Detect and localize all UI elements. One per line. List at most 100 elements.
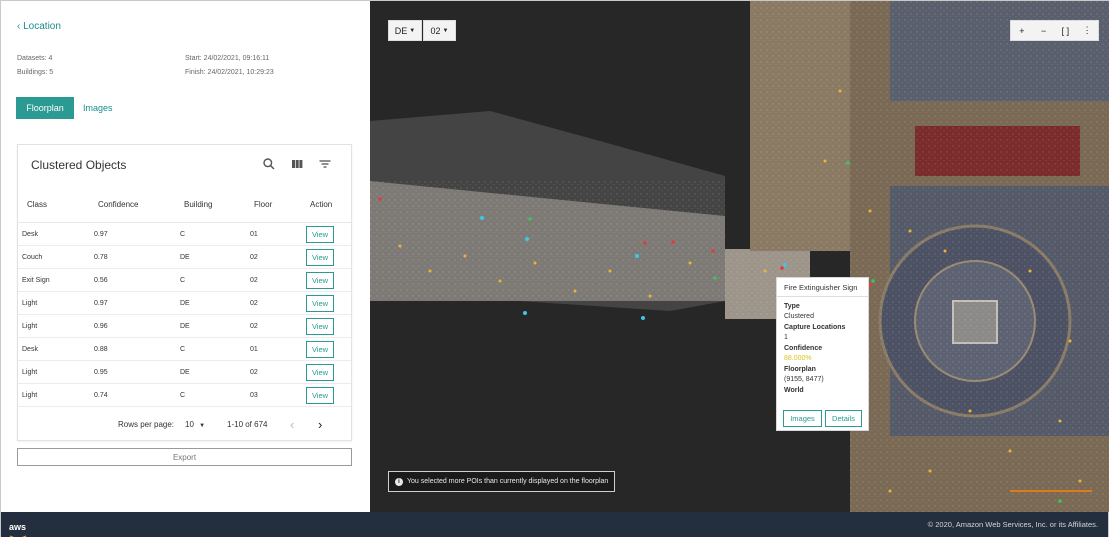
cell-class: Desk — [22, 231, 38, 238]
column-header-action: Action — [310, 200, 333, 209]
cell-floor: 01 — [250, 346, 258, 353]
table-row[interactable]: Desk 0.97 C 01 View — [18, 223, 351, 246]
cell-confidence: 0.97 — [94, 231, 108, 238]
tab-floorplan[interactable]: Floorplan — [16, 97, 74, 119]
popup-images-button[interactable]: Images — [783, 410, 822, 427]
view-button[interactable]: View — [306, 387, 334, 404]
floor-select[interactable]: 02 ▼ — [423, 20, 456, 41]
popup-capture-label: Capture Locations — [784, 324, 846, 331]
popup-confidence-label: Confidence — [784, 345, 823, 352]
cell-class: Light — [22, 369, 38, 376]
back-to-location-link[interactable]: ‹ Location — [17, 21, 61, 32]
rows-per-page-label: Rows per page: — [118, 420, 175, 429]
popup-world-label: World — [784, 387, 804, 394]
cell-building: DE — [180, 369, 190, 376]
view-button[interactable]: View — [306, 364, 334, 381]
cell-class: Light — [22, 323, 38, 330]
column-header-building[interactable]: Building — [184, 200, 212, 209]
cell-class: Light — [22, 392, 38, 399]
page-range: 1-10 of 674 — [227, 420, 268, 429]
prev-page-button[interactable]: ‹ — [290, 417, 294, 432]
table-row[interactable]: Light 0.96 DE 02 View — [18, 315, 351, 338]
poi-limit-notice: i You selected more POIs than currently … — [388, 471, 615, 492]
cell-confidence: 0.56 — [94, 277, 108, 284]
left-panel: ‹ Location Datasets: 4 Buildings: 5 Star… — [1, 1, 370, 512]
popup-capture-value: 1 — [784, 334, 788, 341]
popup-floorplan-label: Floorplan — [784, 366, 816, 373]
cell-floor: 02 — [250, 300, 258, 307]
table-row[interactable]: Light 0.74 C 03 View — [18, 384, 351, 407]
buildings-count: Buildings: 5 — [17, 69, 54, 76]
view-button[interactable]: View — [306, 272, 334, 289]
view-button[interactable]: View — [306, 318, 334, 335]
view-button[interactable]: View — [306, 295, 334, 312]
view-button[interactable]: View — [306, 249, 334, 266]
cell-class: Exit Sign — [22, 277, 50, 284]
popup-details-button[interactable]: Details — [825, 410, 862, 427]
rows-per-page-value: 10 — [185, 420, 194, 429]
copyright-text: © 2020, Amazon Web Services, Inc. or its… — [927, 520, 1098, 529]
poi-popup: Fire Extinguisher Sign Type Clustered Ca… — [776, 277, 869, 431]
cell-confidence: 0.78 — [94, 254, 108, 261]
column-header-class[interactable]: Class — [27, 200, 47, 209]
cell-building: DE — [180, 300, 190, 307]
floorplan-map[interactable]: DE ▼ 02 ▼ + − [ ] ⋮ Fire Extinguisher Si… — [370, 1, 1109, 512]
table-row[interactable]: Exit Sign 0.56 C 02 View — [18, 269, 351, 292]
filter-icon[interactable] — [318, 157, 332, 171]
caret-down-icon: ▼ — [442, 27, 449, 34]
clustered-objects-card: Clustered Objects Class Confidence Build… — [17, 144, 352, 441]
caret-down-icon: ▼ — [199, 423, 206, 429]
cell-floor: 02 — [250, 277, 258, 284]
app-window: ‹ Location Datasets: 4 Buildings: 5 Star… — [0, 0, 1109, 537]
cell-building: C — [180, 231, 186, 238]
cell-building: DE — [180, 323, 190, 330]
cell-class: Couch — [22, 254, 43, 261]
table-row[interactable]: Desk 0.88 C 01 View — [18, 338, 351, 361]
building-select[interactable]: DE ▼ — [388, 20, 422, 41]
aws-logo: aws — [9, 517, 27, 537]
map-controls: + − [ ] ⋮ — [1010, 20, 1099, 41]
cell-floor: 01 — [250, 231, 258, 238]
table-row[interactable]: Light 0.95 DE 02 View — [18, 361, 351, 384]
table-row[interactable]: Light 0.97 DE 02 View — [18, 292, 351, 315]
view-button[interactable]: View — [306, 341, 334, 358]
tab-images[interactable]: Images — [74, 97, 122, 119]
zoom-out-button[interactable]: − — [1033, 21, 1055, 40]
next-page-button[interactable]: › — [318, 417, 322, 432]
search-icon[interactable] — [262, 157, 276, 171]
columns-icon[interactable] — [290, 157, 304, 171]
export-button[interactable]: Export — [17, 448, 352, 466]
info-icon: i — [395, 477, 403, 486]
start-time: Start: 24/02/2021, 09:16:11 — [185, 55, 270, 62]
cell-floor: 02 — [250, 323, 258, 330]
table-header: Class Confidence Building Floor Action — [18, 193, 351, 223]
column-header-confidence[interactable]: Confidence — [98, 200, 138, 209]
popup-type-label: Type — [784, 303, 800, 310]
finish-time: Finish: 24/02/2021, 10:29:23 — [185, 69, 274, 76]
footer: aws © 2020, Amazon Web Services, Inc. or… — [1, 512, 1108, 537]
cell-class: Light — [22, 300, 38, 307]
cell-class: Desk — [22, 346, 38, 353]
column-header-floor[interactable]: Floor — [254, 200, 272, 209]
cell-floor: 02 — [250, 254, 258, 261]
floorplan-image[interactable] — [370, 1, 1109, 512]
cell-floor: 03 — [250, 392, 258, 399]
cell-confidence: 0.95 — [94, 369, 108, 376]
cell-floor: 02 — [250, 369, 258, 376]
cell-building: C — [180, 277, 186, 284]
rows-per-page-select[interactable]: 10 ▼ — [185, 420, 205, 429]
cell-building: C — [180, 392, 186, 399]
cell-building: DE — [180, 254, 190, 261]
more-options-button[interactable]: ⋮ — [1076, 21, 1098, 40]
view-button[interactable]: View — [306, 226, 334, 243]
caret-down-icon: ▼ — [409, 27, 416, 34]
zoom-in-button[interactable]: + — [1011, 21, 1033, 40]
notice-text: You selected more POIs than currently di… — [407, 478, 609, 485]
popup-confidence-value: 88.000% — [784, 355, 812, 362]
fit-to-screen-button[interactable]: [ ] — [1055, 21, 1077, 40]
cell-confidence: 0.74 — [94, 392, 108, 399]
cell-building: C — [180, 346, 186, 353]
cell-confidence: 0.97 — [94, 300, 108, 307]
popup-title: Fire Extinguisher Sign — [777, 278, 868, 297]
table-row[interactable]: Couch 0.78 DE 02 View — [18, 246, 351, 269]
